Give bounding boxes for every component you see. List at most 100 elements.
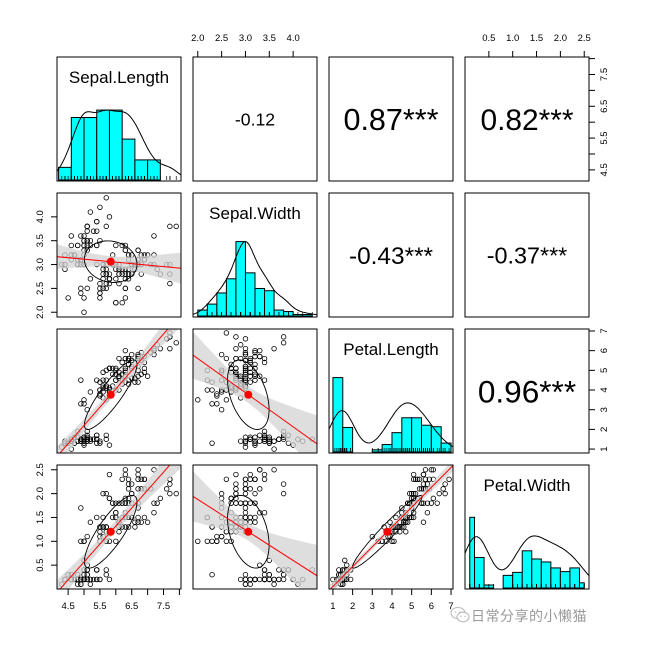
data-point [280, 576, 287, 583]
tick-label: 2 [599, 427, 610, 432]
data-point [74, 242, 81, 249]
data-point [252, 500, 258, 506]
data-point [261, 509, 268, 516]
tick-label: 1 [599, 446, 610, 451]
histogram-bar [531, 558, 542, 589]
axis-left-petal-width: 0.5 1.0 1.5 2.0 2.5 [35, 463, 58, 572]
data-point [125, 476, 132, 483]
histogram-bar [502, 574, 514, 589]
data-point [266, 576, 273, 583]
data-point [218, 490, 225, 497]
axis-top-petal-width: 0.5 1.0 1.5 2.0 2.5 [482, 33, 591, 58]
data-point [81, 576, 87, 583]
histogram-bar [121, 138, 136, 181]
data-point [218, 533, 225, 540]
correlation-value: 0.82*** [480, 104, 573, 137]
variable-label: Sepal.Length [69, 68, 169, 87]
data-point [271, 467, 277, 473]
correlation-value: -0.43*** [349, 243, 434, 270]
data-point [94, 218, 100, 225]
data-point [280, 490, 287, 497]
histogram-bar [225, 278, 237, 317]
data-point [65, 295, 71, 301]
regression-line [59, 465, 171, 589]
data-point [84, 228, 90, 234]
data-point [167, 280, 173, 287]
data-point [173, 340, 179, 346]
tick-label: 5 [599, 368, 610, 373]
data-point [135, 285, 141, 292]
data-point [122, 471, 129, 478]
variable-label: Sepal.Width [209, 204, 301, 223]
axis-right-sepal-length: 4.5 5.5 6.5 7.5 [588, 58, 610, 176]
panel-content [465, 516, 589, 589]
data-point [87, 209, 94, 215]
tick-label: 1.5 [35, 511, 46, 524]
data-point [233, 481, 239, 487]
data-point [144, 373, 151, 379]
data-point [430, 495, 437, 502]
tick-label: 7.5 [157, 601, 170, 612]
data-point [135, 467, 141, 473]
data-point [257, 576, 263, 583]
data-point [97, 280, 103, 287]
tick-label: 3.5 [263, 33, 276, 44]
data-point [257, 467, 263, 473]
data-point [103, 195, 109, 201]
tick-label: 3.5 [35, 234, 46, 247]
data-point [271, 576, 277, 583]
panel-content [329, 377, 453, 453]
data-point [78, 233, 84, 239]
data-point [113, 509, 119, 516]
data-point [81, 538, 87, 545]
data-point [257, 486, 263, 492]
data-point [132, 524, 138, 530]
data-point [242, 476, 249, 483]
data-point [163, 486, 170, 492]
data-point [132, 519, 138, 525]
data-point [129, 351, 135, 358]
data-point [242, 509, 249, 516]
data-point [151, 500, 157, 506]
data-point [247, 379, 253, 385]
data-point [122, 247, 129, 253]
data-point [167, 490, 173, 497]
data-point [103, 285, 109, 292]
tick-label: 3 [370, 601, 375, 612]
data-point [100, 490, 106, 497]
panel-3-0 [56, 464, 182, 590]
axis-top-sepal-width: 2.0 2.5 3.0 3.5 4.0 [191, 33, 300, 58]
correlation-value: 0.87*** [343, 103, 438, 137]
data-point [204, 538, 211, 545]
data-point [237, 342, 244, 348]
data-point [424, 509, 431, 516]
data-point [257, 432, 263, 438]
data-point [87, 581, 94, 587]
data-point [116, 355, 122, 362]
histogram-bar [430, 426, 442, 453]
data-point [144, 519, 151, 525]
panel-0-0: Sepal.Length [56, 56, 182, 182]
data-point [342, 557, 348, 564]
mean-point [244, 527, 253, 536]
data-point [119, 299, 125, 306]
data-point [436, 490, 442, 497]
data-point [271, 438, 277, 444]
axis-left-sepal-width: 2.0 2.5 3.0 3.5 4.0 [35, 210, 58, 319]
panel-0-1: -0.12 [192, 56, 318, 182]
data-point [125, 486, 132, 492]
histogram-bar [70, 117, 85, 181]
tick-label: 2 [350, 601, 355, 612]
data-point [261, 476, 268, 483]
panel-0-3: 0.82*** [464, 56, 590, 182]
data-point [434, 500, 440, 506]
data-point [242, 500, 249, 506]
data-point [209, 440, 215, 446]
panel-1-3: -0.37*** [464, 192, 590, 318]
histogram-bar [244, 272, 256, 317]
data-point [135, 486, 141, 492]
data-point [97, 285, 103, 292]
tick-label: 7.5 [599, 68, 610, 81]
tick-label: 1.0 [506, 33, 519, 44]
data-point [103, 524, 109, 530]
